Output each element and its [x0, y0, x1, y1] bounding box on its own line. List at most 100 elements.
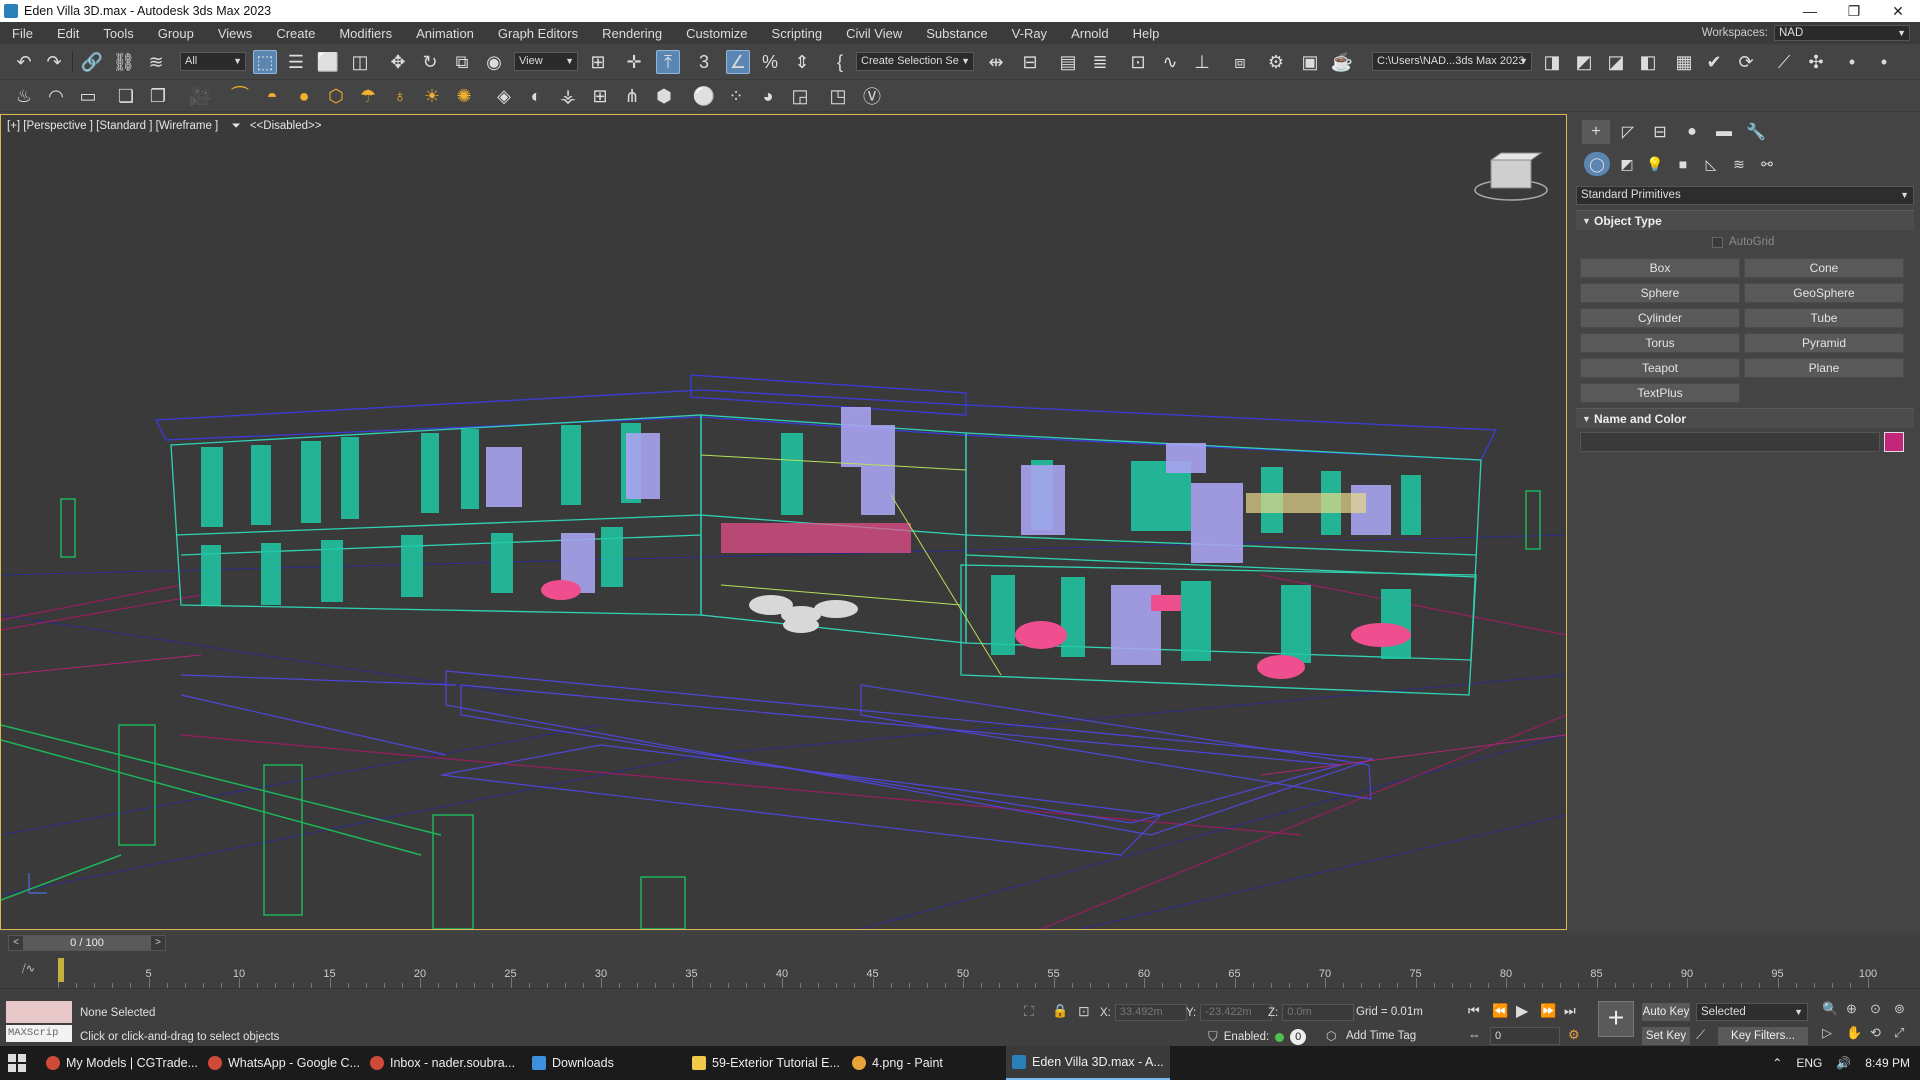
create-tab-icon[interactable]: + — [1582, 120, 1610, 144]
toggle-ribbon-icon[interactable]: ⊡ — [1126, 50, 1150, 74]
ambient-light-icon[interactable]: ♁ — [388, 84, 412, 108]
scatter-icon[interactable]: ❐ — [146, 84, 170, 108]
autogrid-checkbox[interactable]: AutoGrid — [1712, 236, 1774, 248]
menu-customize[interactable]: Customize — [674, 26, 759, 41]
unlink-icon[interactable]: ⛓ — [112, 50, 136, 74]
textplus-button[interactable]: TextPlus — [1580, 383, 1740, 403]
set-key-button[interactable]: Set Key — [1642, 1027, 1690, 1045]
mesh-light-icon[interactable]: ⬡ — [324, 84, 348, 108]
cylinder-button[interactable]: Cylinder — [1580, 308, 1740, 328]
viewport-label[interactable]: [+] [Perspective ] [Standard ] [Wirefram… — [7, 120, 321, 133]
sphere-button[interactable]: Sphere — [1580, 283, 1740, 303]
add-time-tag[interactable]: Add Time Tag — [1346, 1030, 1416, 1042]
render-production-icon[interactable]: ☕ — [1330, 50, 1354, 74]
window-crossing-icon[interactable]: ◫ — [348, 50, 372, 74]
current-frame-marker[interactable] — [58, 958, 64, 982]
snaps-toggle-icon[interactable]: 3 — [692, 50, 716, 74]
vray-logo-icon[interactable]: Ⓥ — [860, 84, 884, 108]
key-filters-button[interactable]: Key Filters... — [1718, 1027, 1808, 1045]
spinner-snap-icon[interactable]: ⇕ — [790, 50, 814, 74]
go-to-start-icon[interactable]: ⏮ — [1468, 1003, 1480, 1019]
orbit-icon[interactable]: ⟲ — [1870, 1025, 1881, 1041]
save-scene-icon[interactable]: ▦ — [1672, 50, 1696, 74]
play-icon[interactable]: ▶ — [1516, 1001, 1528, 1021]
arc-icon[interactable]: ◠ — [44, 84, 68, 108]
zoom-extents-all-icon[interactable]: ⊚ — [1894, 1001, 1905, 1017]
task-whatsapp[interactable]: WhatsApp - Google C... — [202, 1046, 366, 1080]
next-key-icon[interactable]: ⏩ — [1540, 1003, 1556, 1019]
named-selection-set-dropdown[interactable]: Create Selection Se ▼ — [856, 52, 974, 71]
material-sphere-icon[interactable]: ⚪ — [692, 84, 716, 108]
key-mode-dropdown[interactable]: Selected ▼ — [1696, 1003, 1808, 1021]
curve-editor-mini-icon[interactable]: ⧸∿ — [22, 962, 35, 976]
y-field[interactable]: -23.422m — [1200, 1004, 1273, 1021]
speaker-icon[interactable]: 🔊 — [1836, 1056, 1851, 1070]
mirror-icon[interactable]: ⇹ — [984, 50, 1008, 74]
menu-animation[interactable]: Animation — [404, 26, 486, 41]
menu-tools[interactable]: Tools — [91, 26, 145, 41]
cross-tool-icon[interactable]: ✣ — [1804, 50, 1828, 74]
select-by-name-icon[interactable]: ☰ — [284, 50, 308, 74]
perspective-viewport[interactable]: [+] [Perspective ] [Standard ] [Wirefram… — [0, 114, 1567, 930]
proxy-icon[interactable]: ❏ — [114, 84, 138, 108]
time-slider-track[interactable]: < 0 / 100 > — [8, 935, 166, 951]
box-button[interactable]: Box — [1580, 258, 1740, 278]
field-of-view-icon[interactable]: ▷ — [1822, 1025, 1832, 1041]
sphere-light-icon[interactable]: ● — [292, 84, 316, 108]
lights-icon[interactable]: 💡 — [1642, 152, 1668, 176]
default-tangent-icon[interactable]: ⟋ — [1696, 1027, 1705, 1043]
menu-graph-editors[interactable]: Graph Editors — [486, 26, 590, 41]
display-tab-icon[interactable]: ▬ — [1710, 120, 1738, 144]
angle-snap-icon[interactable]: ∠ — [726, 50, 750, 74]
time-tag-icon[interactable]: ⬡ — [1326, 1029, 1336, 1043]
motion-tab-icon[interactable]: ● — [1678, 120, 1706, 144]
zoom-extents-icon[interactable]: ⊙ — [1870, 1001, 1881, 1017]
reference-coordinate-dropdown[interactable]: View ▼ — [514, 52, 578, 71]
sync-icon[interactable]: ⟳ — [1734, 50, 1758, 74]
scene-explorer-icon[interactable]: ▤ — [1056, 50, 1080, 74]
box-icon[interactable]: ▭ — [76, 84, 100, 108]
pan-icon[interactable]: ✋ — [1846, 1025, 1862, 1041]
select-manipulate-icon[interactable]: ✛ — [622, 50, 646, 74]
enabled-count[interactable]: 0 — [1290, 1029, 1307, 1045]
menu-modifiers[interactable]: Modifiers — [327, 26, 404, 41]
frame-ruler[interactable]: 5 10 15 20 25 30 35 40 45 50 55 60 65 70 75 80 85 90 95 100 — [58, 954, 1877, 988]
vray-frame-buffer-icon[interactable]: ◨ — [1540, 50, 1564, 74]
redo-icon[interactable]: ↷ — [42, 50, 66, 74]
object-name-field[interactable] — [1580, 432, 1880, 452]
vray-render-icon[interactable]: ◩ — [1572, 50, 1596, 74]
percent-snap-icon[interactable]: % — [758, 50, 782, 74]
zoom-all-icon[interactable]: ⊕ — [1846, 1001, 1857, 1017]
zoom-icon[interactable]: 🔍 — [1822, 1001, 1838, 1017]
vray-interactive-icon[interactable]: ◪ — [1604, 50, 1628, 74]
sun-icon[interactable]: ☀ — [420, 84, 444, 108]
task-inbox[interactable]: Inbox - nader.soubra... — [364, 1046, 521, 1080]
viewport-menu-label[interactable]: [+] [Perspective ] [Standard ] [Wirefram… — [7, 120, 218, 132]
fur-icon[interactable]: ⋔ — [620, 84, 644, 108]
viewport-filter-label[interactable]: <<Disabled>> — [250, 120, 322, 132]
teapot-icon[interactable]: ♨ — [12, 84, 36, 108]
brush-icon[interactable]: ⟋ — [1772, 50, 1796, 74]
menu-arnold[interactable]: Arnold — [1059, 26, 1121, 41]
project-folder-dropdown[interactable]: C:\Users\NAD...3ds Max 2023 ▼ — [1372, 52, 1532, 71]
bake-icon[interactable]: ◳ — [826, 84, 850, 108]
x-field[interactable]: 33.492m — [1114, 1004, 1187, 1021]
material-editor-icon[interactable]: ⧈ — [1228, 50, 1252, 74]
absolute-mode-icon[interactable]: ⊡ — [1078, 1003, 1090, 1020]
plane-button[interactable]: Plane — [1744, 358, 1904, 378]
filter-icon[interactable]: ⏷ — [231, 120, 240, 132]
task-3ds-max[interactable]: Eden Villa 3D.max - A... — [1006, 1046, 1170, 1080]
menu-group[interactable]: Group — [146, 26, 206, 41]
lock-icon[interactable]: 🔒 — [1052, 1003, 1068, 1019]
shield-icon[interactable]: ⛉ — [1208, 1029, 1218, 1045]
sphere-fade-icon[interactable]: ◐ — [524, 84, 548, 108]
rectangular-selection-icon[interactable]: ⬜ — [316, 50, 340, 74]
multi-material-icon[interactable]: ⁘ — [724, 84, 748, 108]
task-downloads[interactable]: Downloads — [526, 1046, 620, 1080]
pivot-center-icon[interactable]: ⊞ — [586, 50, 610, 74]
menu-views[interactable]: Views — [206, 26, 264, 41]
current-frame-field[interactable]: 0 — [1490, 1027, 1560, 1045]
hierarchy-tab-icon[interactable]: ⊟ — [1646, 120, 1674, 144]
maximize-viewport-icon[interactable]: ⤢ — [1894, 1025, 1904, 1041]
pyramid-button[interactable]: Pyramid — [1744, 333, 1904, 353]
